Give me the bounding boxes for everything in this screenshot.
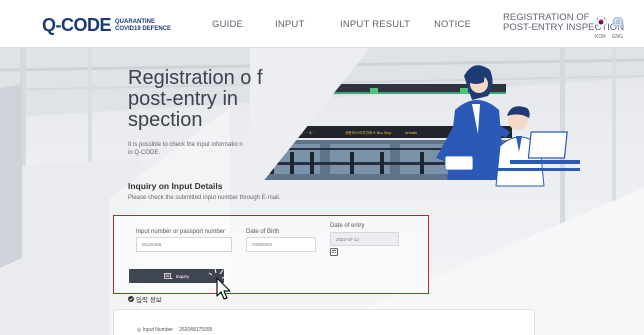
nav-input-result[interactable]: INPUT RESULT	[340, 19, 410, 30]
entry-date-label: Date of entry	[330, 223, 365, 229]
signboard-text-3: Arrivals	[405, 131, 417, 135]
result-row-value: 262048175095	[179, 327, 213, 333]
logo-subtitle-line2: COVID19 DEFENCE	[115, 25, 172, 32]
top-navigation-bar: Q-CODE QUARANTINE COVID19 DEFENCE GUIDE …	[0, 0, 644, 48]
language-kor[interactable]: KOR	[594, 15, 607, 40]
page: Q-CODE QUARANTINE COVID19 DEFENCE GUIDE …	[0, 0, 644, 335]
inquiry-section-title: Inquiry on Input Details	[128, 181, 223, 191]
korea-flag-icon	[594, 16, 607, 28]
result-input-number-row: ◎ Input Number 262048175095	[137, 327, 212, 333]
logo-subtitle: QUARANTINE COVID19 DEFENCE	[115, 19, 171, 33]
result-heading-text: 입력 정보	[136, 297, 162, 304]
input-number-label: Input number or passport number	[136, 229, 226, 235]
inquiry-icon	[163, 273, 173, 279]
page-description: It is possible to check the input inform…	[128, 142, 243, 156]
result-row-label-text: Input Number	[142, 327, 174, 333]
birth-date-field[interactable]: 20060304	[246, 237, 316, 252]
language-eng[interactable]: ENG	[611, 15, 624, 40]
birth-date-label: Date of Birth	[246, 229, 280, 235]
logo-subtitle-line1: QUARANTINE	[115, 18, 155, 25]
globe-icon	[612, 16, 623, 28]
input-number-field[interactable]: M12S456	[136, 237, 232, 252]
check-circle-icon	[128, 296, 134, 302]
nav-guide[interactable]: GUIDE	[212, 19, 243, 30]
result-row-label: ◎ Input Number	[137, 327, 174, 333]
inquiry-button-label: Inquiry	[175, 273, 190, 279]
page-title: Registration o f post-entry in spection	[128, 67, 263, 131]
inquiry-section-subtitle: Please check the submitted input number …	[128, 195, 281, 201]
entry-date-field[interactable]: 2022-07-12	[330, 232, 399, 246]
language-eng-label: ENG	[612, 34, 623, 40]
nav-input[interactable]: INPUT	[275, 19, 305, 30]
result-section-heading: 입력 정보	[128, 294, 162, 304]
logo-text: Q-CODE	[42, 15, 112, 35]
calendar-icon[interactable]	[330, 248, 338, 256]
language-kor-label: KOR	[595, 34, 606, 40]
nav-notice[interactable]: NOTICE	[434, 19, 471, 30]
mouse-pointer-icon	[208, 268, 231, 300]
signboard-text-2: 공항버스/리무진버스 Bus Stop	[345, 130, 391, 135]
airport-staff-illustration: 현금카드/교통카드 충전(1층) · ·· $ ·· 공항버스/리무진버스 Bu…	[250, 48, 580, 198]
qcode-logo[interactable]: Q-CODE QUARANTINE COVID19 DEFENCE	[42, 15, 171, 36]
